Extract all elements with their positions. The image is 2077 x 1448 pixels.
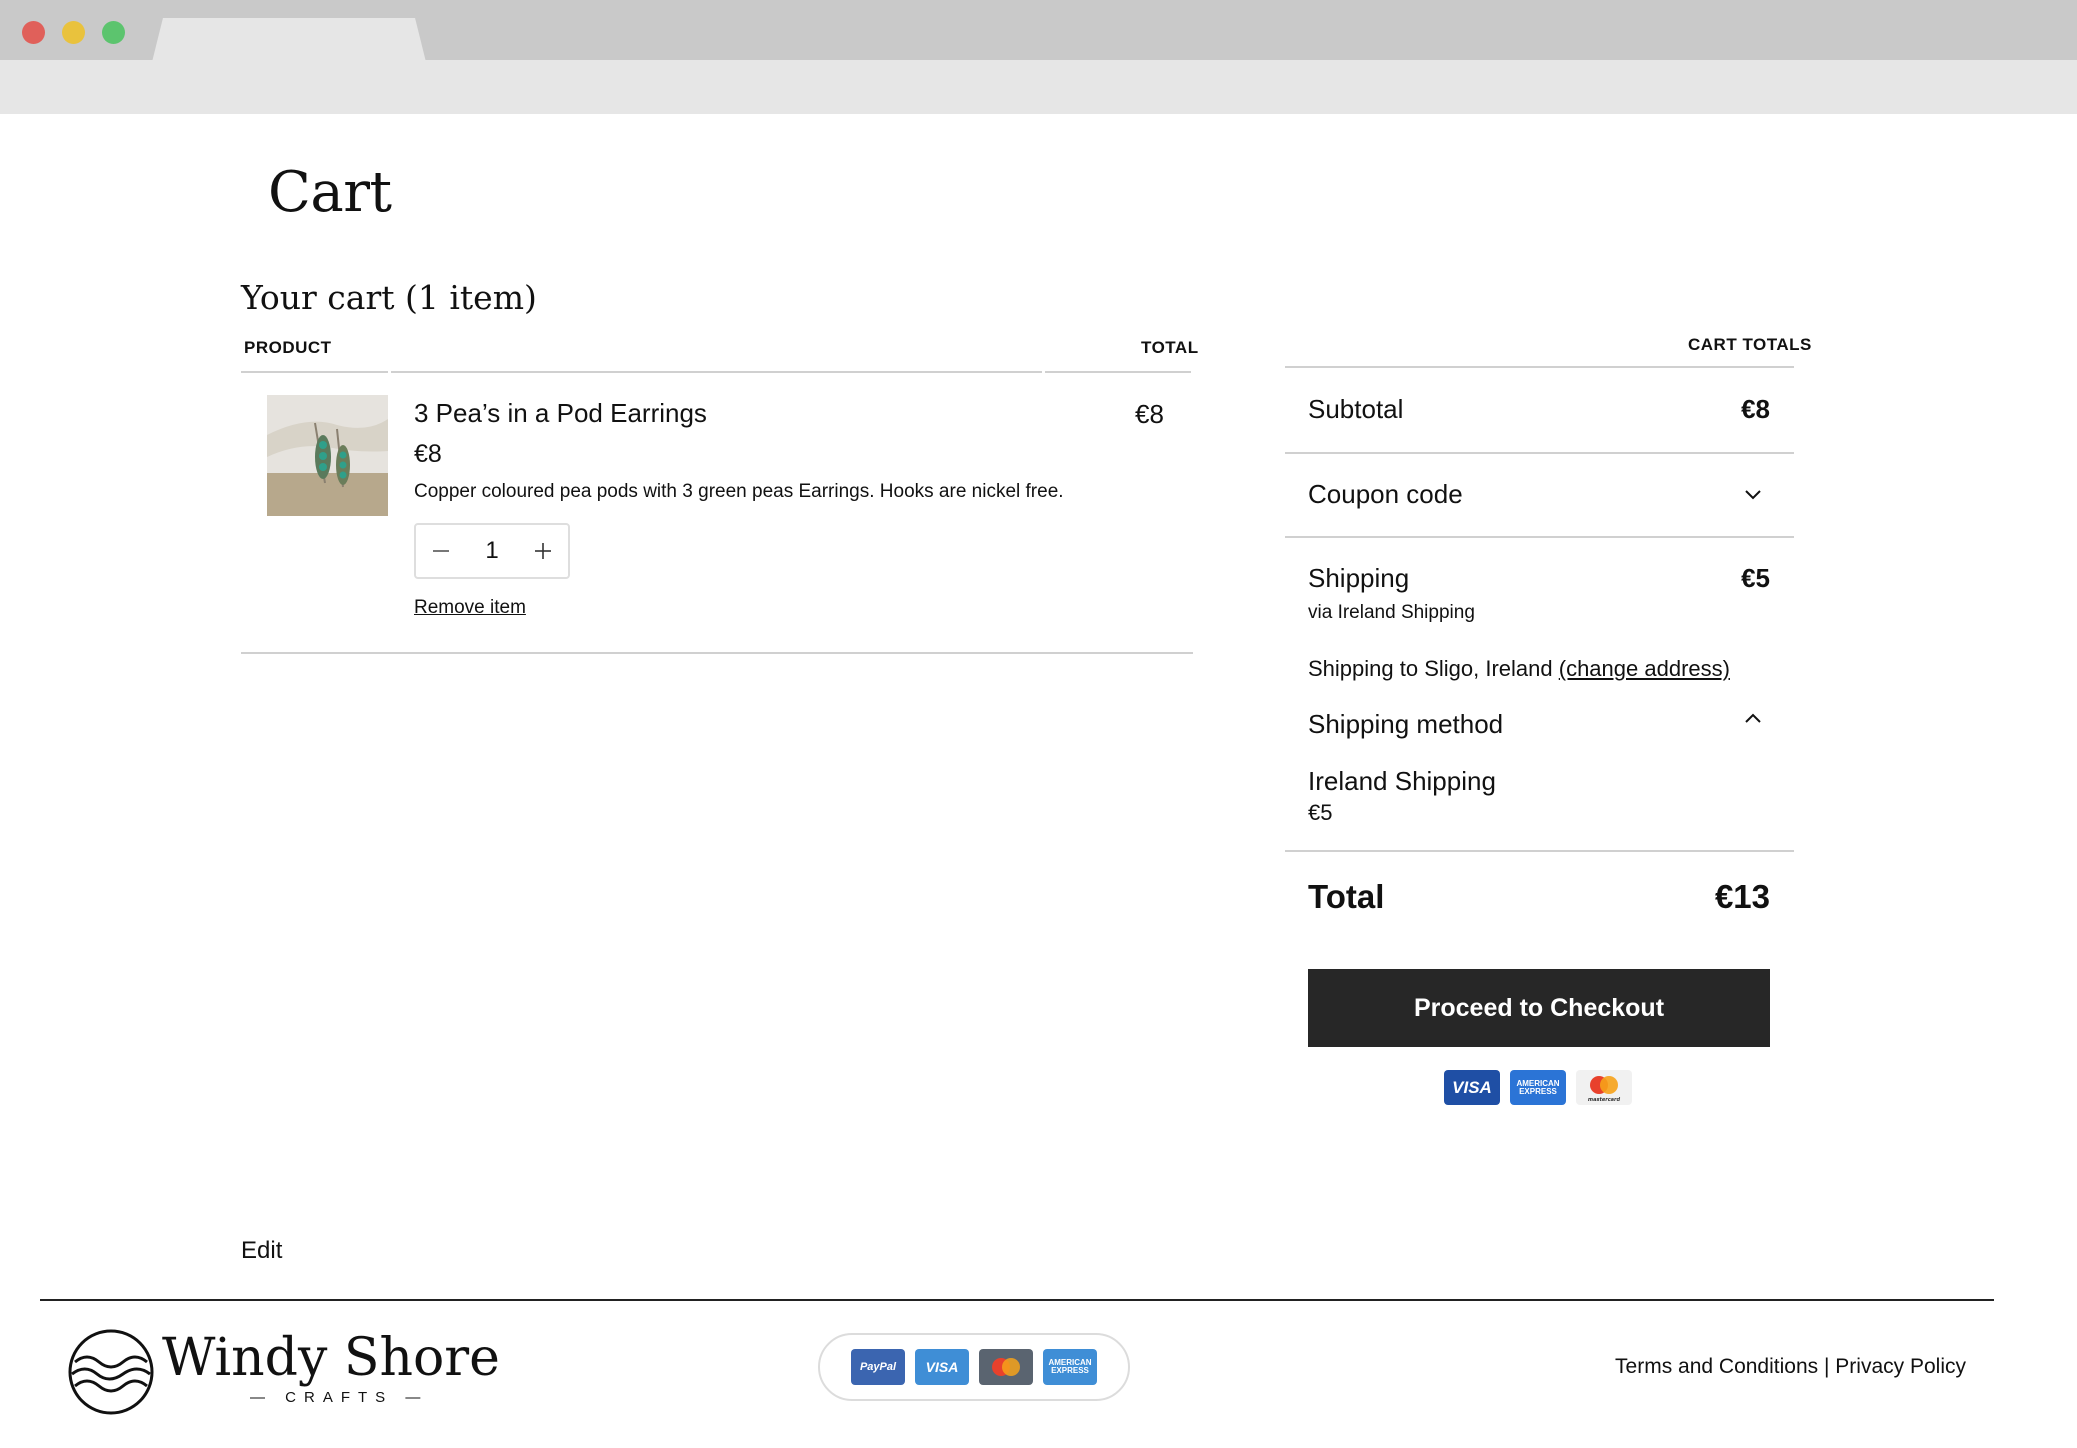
page-title: Cart xyxy=(268,160,392,225)
browser-toolbar xyxy=(0,60,2077,114)
logo-subtext: — CRAFTS — xyxy=(250,1389,429,1406)
table-header-divider xyxy=(391,371,1042,373)
cart-totals-heading: CART TOTALS xyxy=(1688,335,1812,354)
footer-link-separator: | xyxy=(1823,1355,1830,1378)
mastercard-icon xyxy=(979,1349,1033,1385)
mastercard-circles-icon xyxy=(992,1358,1020,1376)
product-line-total: €8 xyxy=(1135,399,1164,429)
minus-icon xyxy=(433,550,449,552)
remove-item-link[interactable]: Remove item xyxy=(414,597,526,619)
totals-divider xyxy=(1285,452,1794,454)
shipping-via: via Ireland Shipping xyxy=(1308,602,1475,623)
privacy-link[interactable]: Privacy Policy xyxy=(1835,1355,1966,1378)
mastercard-card-icon: mastercard xyxy=(1576,1070,1632,1105)
footer-links: Terms and Conditions | Privacy Policy xyxy=(1615,1355,1966,1379)
site-logo[interactable]: Windy Shore — CRAFTS — xyxy=(67,1328,507,1418)
terms-link[interactable]: Terms and Conditions xyxy=(1615,1355,1818,1378)
accepted-cards: VISA AMERICAN EXPRESS mastercard xyxy=(1444,1070,1632,1105)
subtotal-value: €8 xyxy=(1741,394,1770,424)
decrease-quantity-button[interactable] xyxy=(426,536,456,566)
plus-icon xyxy=(534,543,551,559)
window-minimize-button[interactable] xyxy=(62,21,85,44)
shipping-method-option[interactable]: Ireland Shipping xyxy=(1308,766,1496,797)
footer-divider xyxy=(40,1299,1994,1301)
chevron-up-icon[interactable] xyxy=(1740,706,1766,732)
edit-link[interactable]: Edit xyxy=(241,1237,282,1265)
waves-logo-icon xyxy=(68,1329,154,1415)
amex-icon: AMERICAN EXPRESS xyxy=(1043,1349,1097,1385)
subtotal-label: Subtotal xyxy=(1308,394,1404,424)
column-header-total: TOTAL xyxy=(1141,338,1199,357)
product-image[interactable] xyxy=(267,395,388,516)
totals-divider xyxy=(1285,366,1794,368)
order-total-label: Total xyxy=(1308,878,1385,915)
column-header-product: PRODUCT xyxy=(244,338,332,357)
cart-heading: Your cart (1 item) xyxy=(241,278,537,317)
logo-subtext-label: CRAFTS xyxy=(285,1389,394,1406)
browser-tab[interactable] xyxy=(152,18,426,62)
totals-divider xyxy=(1285,850,1794,852)
quantity-stepper: 1 xyxy=(414,523,570,579)
table-header-divider xyxy=(1045,371,1191,373)
visa-icon: VISA xyxy=(915,1349,969,1385)
order-total-value: €13 xyxy=(1714,878,1770,915)
product-row-divider xyxy=(241,652,1193,654)
shipping-method-price: €5 xyxy=(1308,800,1333,825)
mastercard-logo-icon: mastercard xyxy=(1588,1076,1621,1103)
window-maximize-button[interactable] xyxy=(102,21,125,44)
footer-payment-badges: PayPal VISA AMERICAN EXPRESS xyxy=(818,1333,1130,1401)
logo-wordmark: Windy Shore xyxy=(162,1328,500,1388)
paypal-icon: PayPal xyxy=(851,1349,905,1385)
chevron-down-icon[interactable] xyxy=(1740,482,1766,508)
coupon-code-toggle[interactable]: Coupon code xyxy=(1308,479,1463,510)
table-header-divider xyxy=(241,371,388,373)
change-address-link[interactable]: (change address) xyxy=(1559,656,1730,681)
proceed-to-checkout-button[interactable]: Proceed to Checkout xyxy=(1308,969,1770,1047)
quantity-value[interactable]: 1 xyxy=(485,537,498,565)
amex-card-icon: AMERICAN EXPRESS xyxy=(1510,1070,1566,1105)
earrings-photo-icon xyxy=(267,395,388,516)
visa-card-icon: VISA xyxy=(1444,1070,1500,1105)
mastercard-wordmark: mastercard xyxy=(1588,1097,1621,1103)
shipping-destination: Shipping to Sligo, Ireland (change addre… xyxy=(1308,656,1730,682)
product-name[interactable]: 3 Pea’s in a Pod Earrings xyxy=(414,398,707,429)
product-description: Copper coloured pea pods with 3 green pe… xyxy=(414,481,1064,502)
shipping-method-toggle[interactable]: Shipping method xyxy=(1308,709,1503,740)
totals-divider xyxy=(1285,536,1794,538)
window-close-button[interactable] xyxy=(22,21,45,44)
shipping-label: Shipping xyxy=(1308,563,1410,593)
product-price: €8 xyxy=(414,440,442,468)
shipping-value: €5 xyxy=(1741,563,1770,593)
shipping-destination-text: Shipping to Sligo, Ireland xyxy=(1308,656,1553,681)
increase-quantity-button[interactable] xyxy=(528,536,558,566)
